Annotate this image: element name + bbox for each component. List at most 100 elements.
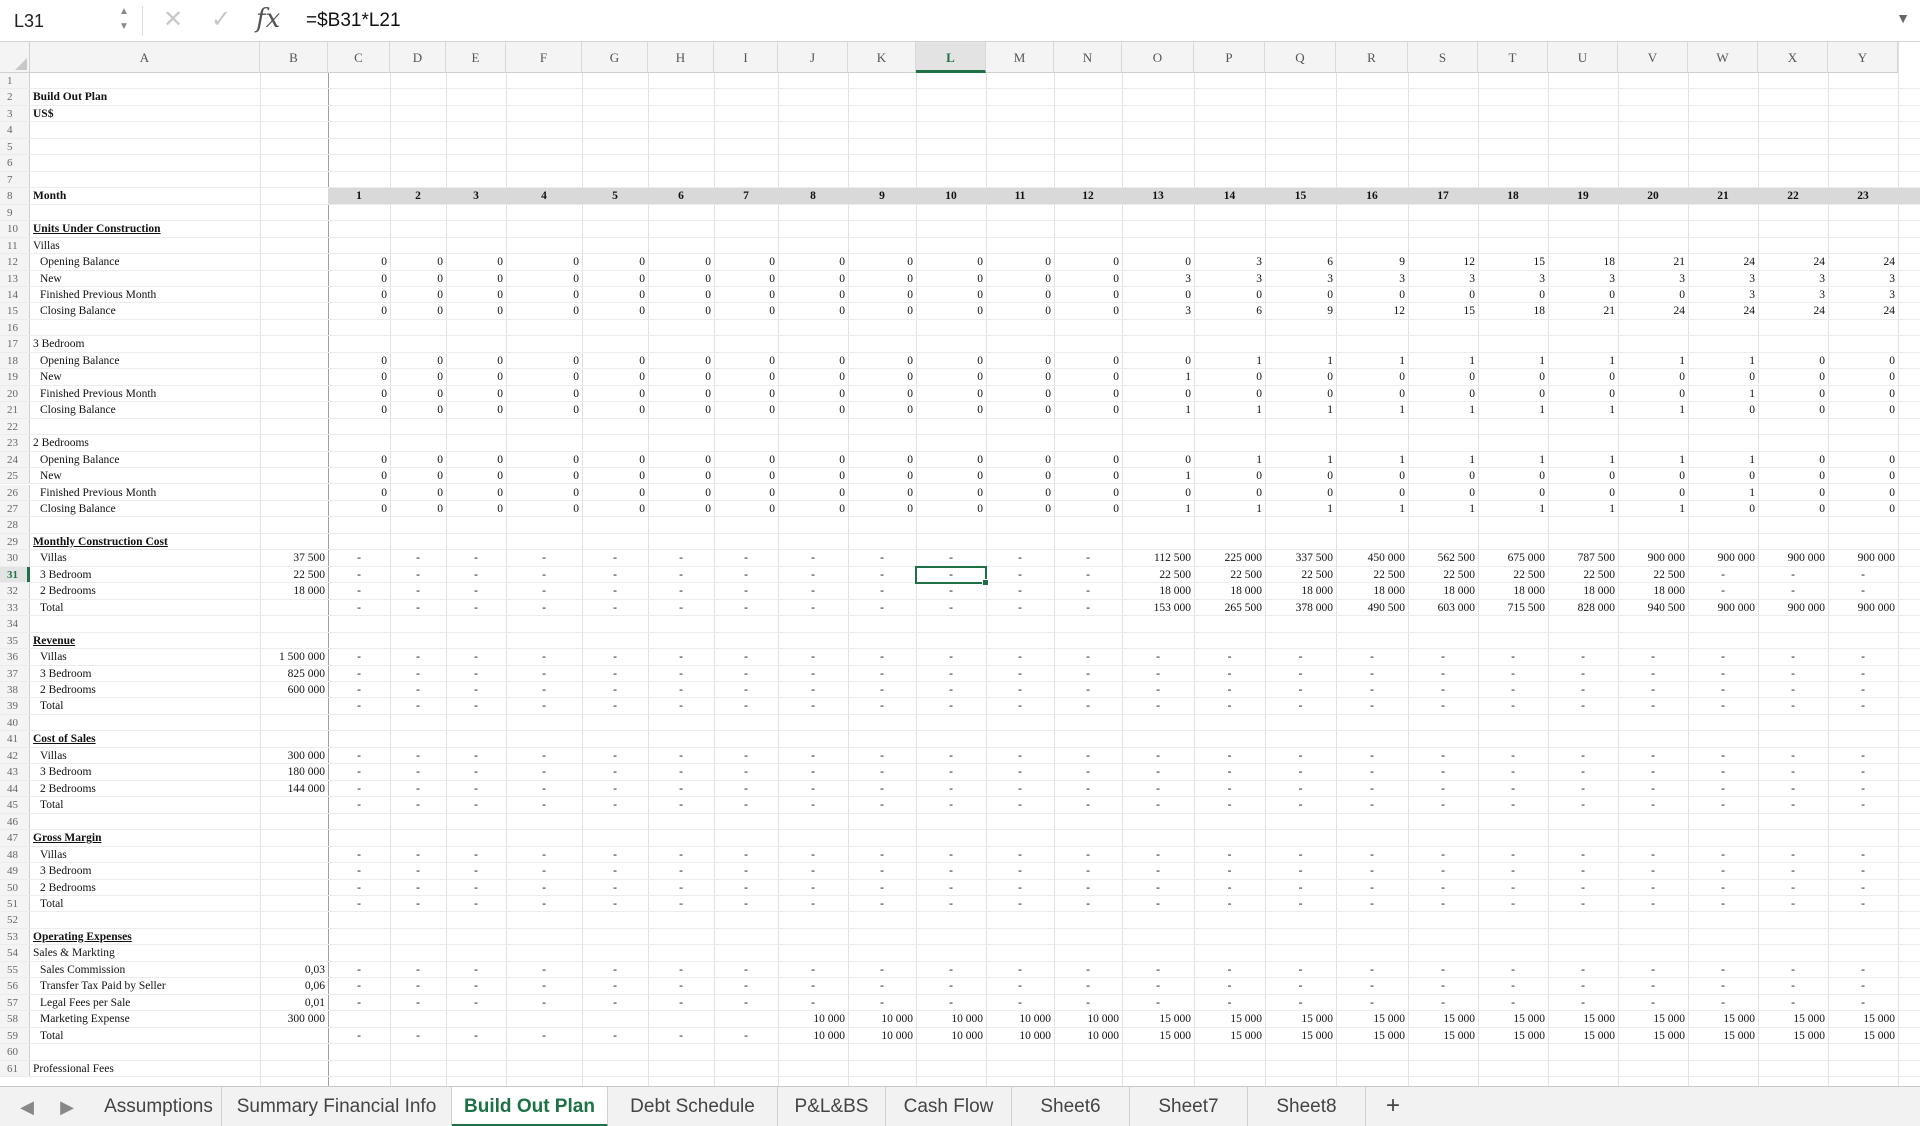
value-cell[interactable]: 1: [1122, 468, 1194, 483]
value-cell[interactable]: -: [1828, 880, 1898, 895]
value-cell[interactable]: -: [916, 666, 986, 681]
value-cell[interactable]: -: [390, 978, 446, 993]
value-cell[interactable]: 0: [1336, 485, 1408, 500]
value-cell[interactable]: 0: [778, 452, 848, 467]
value-cell[interactable]: -: [1122, 682, 1194, 697]
row-label[interactable]: Units Under Construction: [30, 221, 260, 236]
row-label[interactable]: New: [30, 271, 260, 286]
value-cell[interactable]: 0: [1122, 452, 1194, 467]
value-cell[interactable]: -: [582, 781, 648, 796]
value-cell[interactable]: -: [1688, 698, 1758, 713]
value-cell[interactable]: 0: [328, 501, 390, 516]
value-cell[interactable]: -: [328, 666, 390, 681]
value-cell[interactable]: -: [1478, 978, 1548, 993]
value-cell[interactable]: 1: [1336, 353, 1408, 368]
value-cell[interactable]: -: [1054, 682, 1122, 697]
value-cell[interactable]: -: [714, 550, 778, 565]
column-header-J[interactable]: J: [778, 42, 848, 73]
month-cell[interactable]: 16: [1336, 188, 1408, 203]
value-cell[interactable]: 0: [1265, 369, 1336, 384]
value-cell[interactable]: 0: [1688, 369, 1758, 384]
value-cell[interactable]: 1: [1688, 485, 1758, 500]
value-cell[interactable]: 0: [1758, 369, 1828, 384]
value-cell[interactable]: -: [648, 863, 714, 878]
row-header[interactable]: 22: [0, 418, 30, 435]
column-header-O[interactable]: O: [1122, 42, 1194, 73]
value-cell[interactable]: -: [714, 583, 778, 598]
value-cell[interactable]: 0: [714, 254, 778, 269]
value-cell[interactable]: 0: [648, 271, 714, 286]
value-cell[interactable]: 15 000: [1548, 1028, 1618, 1043]
value-cell[interactable]: -: [1478, 880, 1548, 895]
value-cell[interactable]: -: [916, 896, 986, 911]
value-cell[interactable]: -: [986, 797, 1054, 812]
value-cell[interactable]: 9: [1336, 254, 1408, 269]
value-cell[interactable]: -: [446, 583, 506, 598]
value-cell[interactable]: 1: [1688, 386, 1758, 401]
value-cell[interactable]: -: [1054, 847, 1122, 862]
rate-cell[interactable]: 180 000: [260, 764, 328, 779]
column-header-R[interactable]: R: [1336, 42, 1408, 73]
value-cell[interactable]: -: [1828, 698, 1898, 713]
tab-summary-financial-info[interactable]: Summary Financial Info: [222, 1087, 452, 1126]
value-cell[interactable]: -: [1478, 781, 1548, 796]
value-cell[interactable]: -: [582, 649, 648, 664]
value-cell[interactable]: -: [1054, 583, 1122, 598]
value-cell[interactable]: 0: [986, 386, 1054, 401]
row-label[interactable]: 3 Bedroom: [30, 336, 260, 351]
rate-cell[interactable]: 144 000: [260, 781, 328, 796]
value-cell[interactable]: -: [714, 995, 778, 1010]
value-cell[interactable]: -: [916, 698, 986, 713]
row-header[interactable]: 31: [0, 566, 30, 583]
value-cell[interactable]: 0: [1408, 369, 1478, 384]
value-cell[interactable]: -: [714, 962, 778, 977]
value-cell[interactable]: 0: [446, 402, 506, 417]
value-cell[interactable]: -: [1408, 797, 1478, 812]
value-cell[interactable]: 15 000: [1618, 1028, 1688, 1043]
value-cell[interactable]: -: [582, 978, 648, 993]
value-cell[interactable]: 12: [1336, 303, 1408, 318]
value-cell[interactable]: 0: [1265, 287, 1336, 302]
row-header[interactable]: 10: [0, 221, 30, 237]
value-cell[interactable]: -: [1054, 863, 1122, 878]
value-cell[interactable]: -: [446, 698, 506, 713]
value-cell[interactable]: -: [390, 1028, 446, 1043]
value-cell[interactable]: 3: [1828, 287, 1898, 302]
value-cell[interactable]: -: [446, 1028, 506, 1043]
value-cell[interactable]: -: [986, 649, 1054, 664]
value-cell[interactable]: -: [1265, 797, 1336, 812]
value-cell[interactable]: 0: [446, 271, 506, 286]
value-cell[interactable]: 0: [1618, 468, 1688, 483]
value-cell[interactable]: -: [582, 600, 648, 615]
value-cell[interactable]: 0: [1054, 402, 1122, 417]
row-header[interactable]: 17: [0, 336, 30, 352]
row-label[interactable]: Total: [30, 1028, 260, 1043]
row-label[interactable]: Finished Previous Month: [30, 386, 260, 401]
value-cell[interactable]: -: [1336, 863, 1408, 878]
value-cell[interactable]: 24: [1688, 303, 1758, 318]
value-cell[interactable]: 0: [390, 287, 446, 302]
value-cell[interactable]: -: [714, 863, 778, 878]
value-cell[interactable]: -: [778, 583, 848, 598]
value-cell[interactable]: -: [848, 781, 916, 796]
row-label[interactable]: Total: [30, 797, 260, 812]
row-header[interactable]: 19: [0, 369, 30, 385]
value-cell[interactable]: 0: [1408, 468, 1478, 483]
value-cell[interactable]: -: [1828, 863, 1898, 878]
value-cell[interactable]: -: [778, 567, 848, 582]
value-cell[interactable]: 0: [916, 501, 986, 516]
value-cell[interactable]: -: [778, 698, 848, 713]
value-cell[interactable]: 0: [848, 271, 916, 286]
row-label[interactable]: Opening Balance: [30, 353, 260, 368]
value-cell[interactable]: 15 000: [1758, 1011, 1828, 1026]
value-cell[interactable]: -: [1828, 962, 1898, 977]
value-cell[interactable]: -: [848, 649, 916, 664]
value-cell[interactable]: 0: [1054, 287, 1122, 302]
value-cell[interactable]: -: [390, 880, 446, 895]
row-header[interactable]: 13: [0, 270, 30, 286]
value-cell[interactable]: -: [1478, 682, 1548, 697]
value-cell[interactable]: 378 000: [1265, 600, 1336, 615]
value-cell[interactable]: -: [916, 682, 986, 697]
value-cell[interactable]: -: [778, 649, 848, 664]
value-cell[interactable]: 9: [1265, 303, 1336, 318]
